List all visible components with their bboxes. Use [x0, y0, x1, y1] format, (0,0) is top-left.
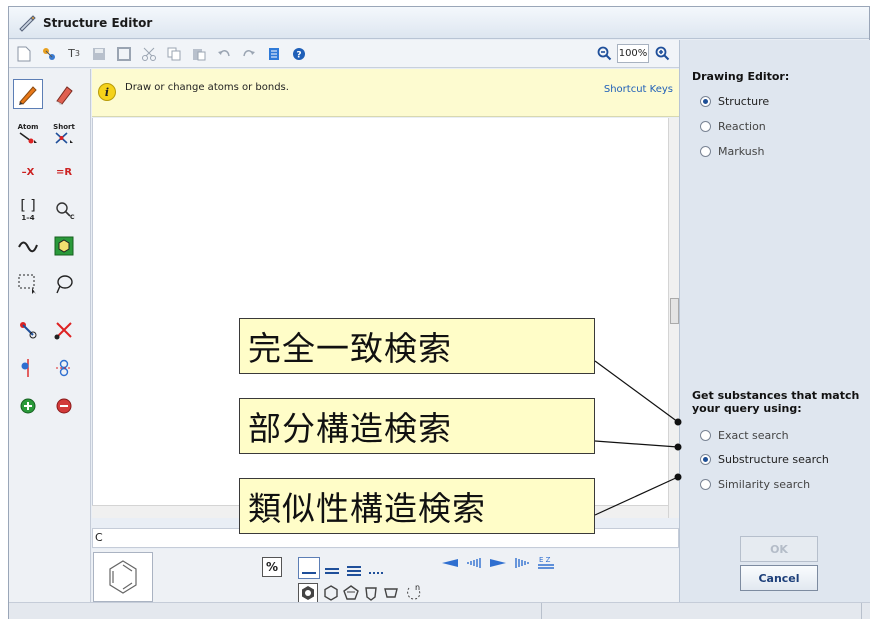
main-toolbar: T3 ? 100% — [9, 40, 679, 68]
search-title-line1: Get substances that match — [692, 389, 860, 402]
import-icon[interactable] — [40, 45, 58, 63]
bracket-range-label: 1–4 — [21, 214, 35, 222]
r-group-tool[interactable]: =R — [49, 157, 79, 187]
bond-select-icon[interactable] — [13, 315, 43, 345]
minus-x-label: –X — [21, 166, 35, 178]
benzene-template-thumb[interactable] — [93, 552, 153, 602]
scrollbar-thumb[interactable] — [670, 298, 679, 324]
reverse-hash-icon[interactable] — [512, 555, 532, 574]
zoom-in-icon[interactable] — [653, 45, 671, 63]
reverse-wedge-icon[interactable] — [488, 555, 508, 574]
help-icon[interactable]: ? — [290, 45, 308, 63]
shortcut-keys-link[interactable]: Shortcut Keys — [604, 84, 673, 95]
hexagon-template-button[interactable] — [298, 583, 318, 603]
radio-similarity-search[interactable]: Similarity search — [700, 478, 810, 491]
wedge-bond-icon[interactable] — [440, 555, 460, 574]
radio-structure-label: Structure — [718, 95, 770, 108]
cancel-button[interactable]: Cancel — [740, 565, 818, 591]
title-bar: Structure Editor — [9, 7, 869, 39]
svg-text:CI: CI — [70, 214, 75, 221]
mirror-horizontal-icon[interactable] — [49, 353, 79, 383]
charge-minus-icon[interactable] — [49, 391, 79, 421]
single-bond-button[interactable] — [298, 557, 320, 579]
hint-text: Draw or change atoms or bonds. — [125, 82, 289, 93]
charge-toggle-button[interactable]: % — [262, 557, 282, 577]
remove-x-tool[interactable]: –X — [13, 157, 43, 187]
radio-markush[interactable]: Markush — [700, 145, 764, 158]
zoom-controls: 100% — [595, 44, 671, 63]
radio-similarity-search-label: Similarity search — [718, 478, 811, 491]
text-icon[interactable]: T3 — [65, 45, 83, 63]
pen-icon — [19, 14, 36, 32]
callout-similarity-search: 類似性構造検索 — [239, 478, 595, 534]
callout-substructure-search: 部分構造検索 — [239, 398, 595, 454]
radio-markush-label: Markush — [718, 145, 765, 158]
template-icon[interactable] — [115, 45, 133, 63]
double-bond-icon[interactable] — [322, 558, 342, 581]
radio-exact-search-label: Exact search — [718, 429, 789, 442]
radio-button[interactable] — [700, 96, 711, 107]
paste-icon[interactable] — [190, 45, 208, 63]
search-title-line2: your query using: — [692, 402, 802, 415]
bottom-tool-area: % E Z n — [92, 549, 679, 603]
status-bar — [9, 602, 870, 619]
triple-bond-icon[interactable] — [344, 558, 364, 581]
options-panel: Drawing Editor: Structure Reaction Marku… — [679, 40, 870, 602]
radio-button[interactable] — [700, 121, 711, 132]
redo-icon[interactable] — [240, 45, 258, 63]
svg-text:n: n — [415, 583, 420, 592]
status-divider — [861, 603, 862, 619]
bracket-icon: [ ] — [20, 198, 36, 214]
ok-button[interactable]: OK — [740, 536, 818, 562]
wavy-bond-icon[interactable] — [13, 231, 43, 261]
radio-substructure-search[interactable]: Substructure search — [700, 453, 829, 466]
atom-tool-label: Atom — [17, 123, 39, 131]
clean-icon[interactable] — [265, 45, 283, 63]
mirror-vertical-icon[interactable] — [13, 353, 43, 383]
charge-toggle-label: % — [265, 560, 279, 574]
radio-reaction[interactable]: Reaction — [700, 120, 766, 133]
status-divider — [541, 603, 542, 619]
radio-button[interactable] — [700, 454, 711, 465]
shortcut-tool[interactable]: Short — [49, 119, 79, 149]
radio-button[interactable] — [700, 146, 711, 157]
chirality-tool-icon[interactable]: CI — [49, 195, 79, 225]
undo-icon[interactable] — [215, 45, 233, 63]
info-icon: i — [98, 83, 116, 101]
zoom-level-field[interactable]: 100% — [617, 44, 649, 63]
radio-reaction-label: Reaction — [718, 120, 766, 133]
rectangle-select-icon[interactable] — [13, 269, 43, 299]
radio-button[interactable] — [700, 479, 711, 490]
left-tool-palette: Atom Short –X =R [ ] 1–4 CI — [9, 69, 91, 602]
callout-exact-search: 完全一致検索 — [239, 318, 595, 374]
radio-substructure-search-label: Substructure search — [718, 453, 829, 466]
copy-icon[interactable] — [165, 45, 183, 63]
ez-bond-icon[interactable]: E Z — [536, 553, 556, 574]
bracket-tool[interactable]: [ ] 1–4 — [13, 195, 43, 225]
cut-icon[interactable] — [140, 45, 158, 63]
svg-text:E Z: E Z — [539, 556, 551, 564]
atom-tool[interactable]: Atom — [13, 119, 43, 149]
hash-bond-icon[interactable] — [464, 555, 484, 574]
radio-button[interactable] — [700, 430, 711, 441]
hint-bar: i Draw or change atoms or bonds. Shortcu… — [92, 69, 679, 117]
radio-exact-search[interactable]: Exact search — [700, 429, 789, 442]
svg-text:?: ? — [296, 50, 301, 60]
vertical-scrollbar[interactable] — [668, 118, 679, 518]
radio-structure[interactable]: Structure — [700, 95, 769, 108]
ring-template-icon[interactable] — [49, 231, 79, 261]
charge-plus-icon[interactable] — [13, 391, 43, 421]
eraser-tool-icon[interactable] — [49, 79, 79, 109]
drawing-editor-title: Drawing Editor: — [692, 70, 790, 83]
new-doc-icon[interactable] — [15, 45, 33, 63]
shortcut-tool-label: Short — [53, 123, 75, 131]
zoom-out-icon[interactable] — [595, 45, 613, 63]
lasso-select-icon[interactable] — [49, 269, 79, 299]
save-icon[interactable] — [90, 45, 108, 63]
eq-r-label: =R — [55, 166, 73, 178]
aromatic-bond-icon[interactable] — [366, 558, 386, 581]
window-title: Structure Editor — [43, 15, 153, 30]
delete-bond-icon[interactable] — [49, 315, 79, 345]
pencil-tool-icon[interactable] — [13, 79, 43, 109]
